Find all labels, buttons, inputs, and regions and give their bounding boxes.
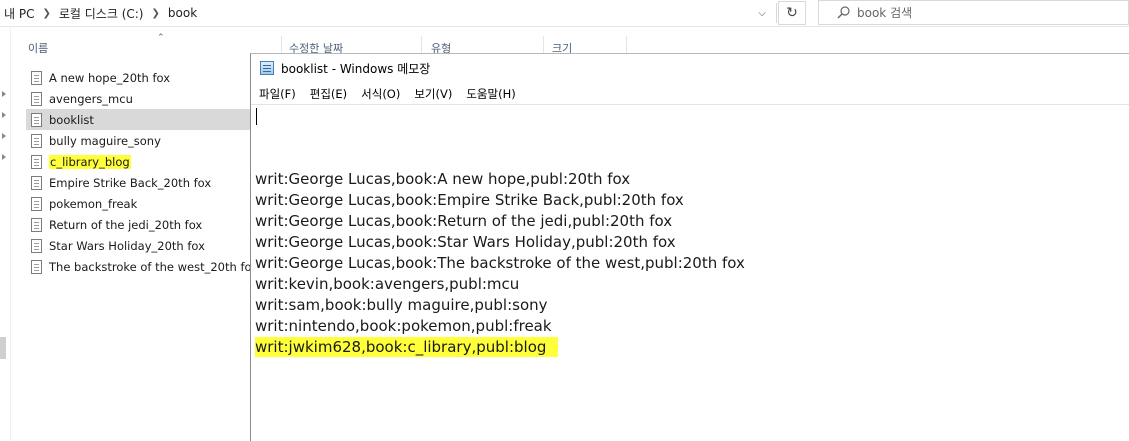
- menu-bar: 파일(F) 편집(E) 서식(O) 보기(V) 도움말(H): [251, 84, 523, 104]
- breadcrumb-local-disk[interactable]: 로컬 디스크 (C:): [55, 5, 148, 22]
- text-file-icon: [31, 112, 42, 127]
- breadcrumb-separator-icon[interactable]: ❯: [38, 8, 54, 19]
- expand-arrow-icon[interactable]: [2, 133, 6, 139]
- sort-up-icon: ⌃: [157, 33, 165, 43]
- menu-edit[interactable]: 편집(E): [303, 86, 354, 102]
- file-item[interactable]: Empire Strike Back_20th fox: [26, 172, 250, 193]
- navigation-pane[interactable]: [0, 27, 10, 441]
- text-line-content: writ:George Lucas,book:Empire Strike Bac…: [255, 191, 684, 209]
- pane-divider: [10, 27, 11, 441]
- menu-view[interactable]: 보기(V): [407, 86, 459, 102]
- text-file-icon: [31, 91, 42, 106]
- text-line: writ:George Lucas,book:Star Wars Holiday…: [255, 232, 1125, 253]
- search-input[interactable]: book 검색: [818, 0, 1129, 25]
- file-name: Star Wars Holiday_20th fox: [49, 238, 205, 253]
- text-line: writ:George Lucas,book:A new hope,publ:2…: [255, 169, 1125, 190]
- text-line-content: writ:jwkim628,book:c_library,publ:blog: [255, 337, 559, 357]
- file-item[interactable]: A new hope_20th fox: [26, 67, 250, 88]
- text-line-content: writ:sam,book:bully maguire,publ:sony: [255, 296, 548, 314]
- text-caret: [256, 108, 257, 125]
- text-line: writ:nintendo,book:pokemon,publ:freak: [255, 316, 1125, 337]
- column-header-name[interactable]: 이름: [28, 40, 48, 56]
- file-list: A new hope_20th fox avengers_mcu booklist b…: [26, 67, 260, 277]
- address-divider: [776, 3, 777, 23]
- file-name: c_library_blog: [49, 154, 131, 169]
- text-file-icon: [31, 133, 42, 148]
- breadcrumb-book[interactable]: book: [164, 6, 201, 20]
- text-file-icon: [31, 217, 42, 232]
- address-bar: 내 PC ❯ 로컬 디스크 (C:) ❯ book ⌵ ↻ book 검색: [0, 0, 1129, 27]
- text-line-content: writ:George Lucas,book:Return of the jed…: [255, 212, 673, 230]
- menu-file[interactable]: 파일(F): [251, 86, 303, 102]
- text-line: writ:George Lucas,book:Empire Strike Bac…: [255, 190, 1125, 211]
- file-name: booklist: [49, 112, 94, 127]
- file-name: Return of the jedi_20th fox: [49, 217, 203, 232]
- text-line: writ:George Lucas,book:The backstroke of…: [255, 253, 1125, 274]
- file-item[interactable]: Star Wars Holiday_20th fox: [26, 235, 250, 256]
- text-file-icon: [31, 175, 42, 190]
- file-item[interactable]: pokemon_freak: [26, 193, 250, 214]
- text-line-content: writ:George Lucas,book:Star Wars Holiday…: [255, 233, 676, 251]
- nav-selected-item[interactable]: [0, 337, 6, 359]
- file-item[interactable]: bully maguire_sony: [26, 130, 250, 151]
- file-name: The backstroke of the west_20th fox: [49, 259, 258, 274]
- expand-arrow-icon[interactable]: [2, 91, 6, 97]
- notepad-titlebar[interactable]: booklist - Windows 메모장: [251, 54, 1129, 82]
- text-file-icon: [31, 154, 42, 169]
- expand-arrow-icon[interactable]: [2, 154, 6, 160]
- chevron-down-icon[interactable]: ⌵: [752, 3, 772, 23]
- search-icon: [833, 4, 855, 22]
- file-item[interactable]: The backstroke of the west_20th fox: [26, 256, 258, 277]
- text-line: writ:kevin,book:avengers,publ:mcu: [255, 274, 1125, 295]
- text-editor[interactable]: writ:George Lucas,book:A new hope,publ:2…: [255, 106, 1125, 358]
- window-title: booklist - Windows 메모장: [281, 61, 431, 76]
- text-line: writ:sam,book:bully maguire,publ:sony: [255, 295, 1125, 316]
- breadcrumb: 내 PC ❯ 로컬 디스크 (C:) ❯ book: [0, 0, 201, 26]
- refresh-icon: ↻: [786, 5, 798, 21]
- file-name: Empire Strike Back_20th fox: [49, 175, 212, 190]
- file-item[interactable]: Return of the jedi_20th fox: [26, 214, 250, 235]
- text-line-content: writ:kevin,book:avengers,publ:mcu: [255, 275, 520, 293]
- text-line-content: writ:George Lucas,book:The backstroke of…: [255, 254, 745, 272]
- text-line: writ:George Lucas,book:Return of the jed…: [255, 211, 1125, 232]
- menu-format[interactable]: 서식(O): [354, 86, 407, 102]
- menu-help[interactable]: 도움말(H): [459, 86, 522, 102]
- file-name: A new hope_20th fox: [49, 70, 171, 85]
- search-placeholder: book 검색: [857, 6, 913, 20]
- menu-divider: [251, 104, 1129, 105]
- text-file-icon: [31, 238, 42, 253]
- file-name: bully maguire_sony: [49, 133, 161, 148]
- notepad-icon: [260, 61, 274, 75]
- text-line: writ:jwkim628,book:c_library,publ:blog: [255, 337, 1125, 358]
- file-item[interactable]: booklist: [26, 109, 260, 130]
- text-file-icon: [31, 259, 42, 274]
- expand-arrow-icon[interactable]: [2, 112, 6, 118]
- file-name: avengers_mcu: [49, 91, 133, 106]
- text-file-icon: [31, 70, 42, 85]
- breadcrumb-separator-icon[interactable]: ❯: [148, 8, 164, 19]
- breadcrumb-this-pc[interactable]: 내 PC: [0, 5, 38, 22]
- text-line-content: writ:George Lucas,book:A new hope,publ:2…: [255, 170, 631, 188]
- file-item[interactable]: c_library_blog: [26, 151, 250, 172]
- text-line-content: writ:nintendo,book:pokemon,publ:freak: [255, 317, 552, 335]
- refresh-button[interactable]: ↻: [778, 1, 806, 25]
- text-file-icon: [31, 196, 42, 211]
- file-item[interactable]: avengers_mcu: [26, 88, 250, 109]
- notepad-window: booklist - Windows 메모장 파일(F) 편집(E) 서식(O)…: [250, 53, 1129, 441]
- file-name: pokemon_freak: [49, 196, 138, 211]
